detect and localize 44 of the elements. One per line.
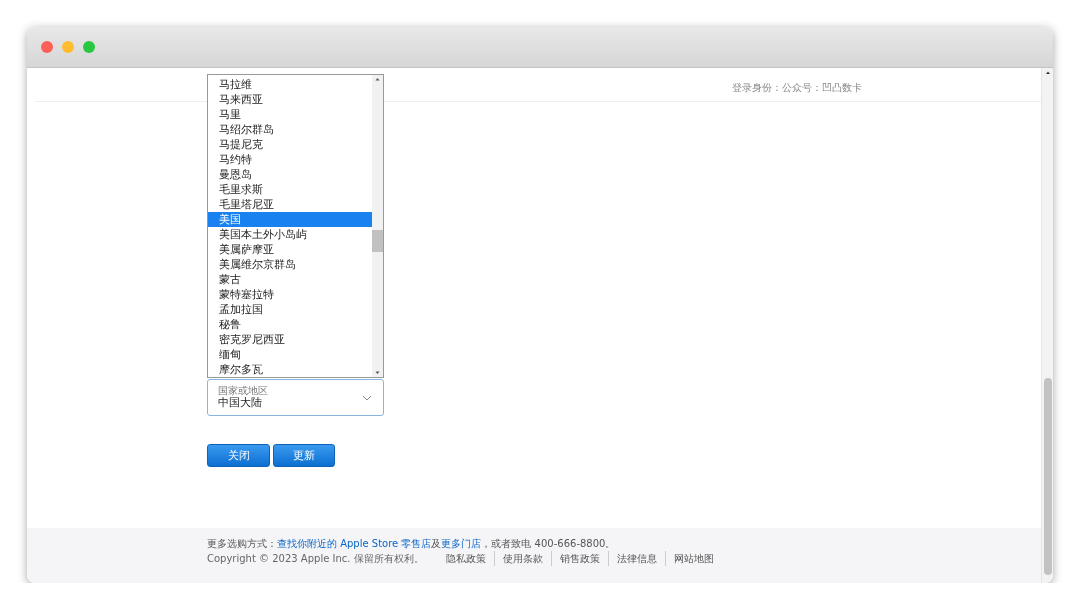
footer-link[interactable]: 法律信息 xyxy=(607,551,665,566)
country-option[interactable]: 孟加拉国 xyxy=(208,302,372,317)
chevron-down-icon xyxy=(362,394,372,401)
copyright-text: Copyright © 2023 Apple Inc. 保留所有权利。 xyxy=(207,552,424,566)
button[interactable]: 更新 xyxy=(273,444,335,467)
page-scrollbar[interactable] xyxy=(1041,68,1053,583)
country-option[interactable]: 美属萨摩亚 xyxy=(208,242,372,257)
scroll-thumb[interactable] xyxy=(372,230,383,252)
country-option[interactable]: 密克罗尼西亚 xyxy=(208,332,372,347)
footer-link[interactable]: 隐私政策 xyxy=(445,551,494,566)
country-option[interactable]: 摩尔多瓦 xyxy=(208,362,372,377)
minimize-button[interactable] xyxy=(62,41,74,53)
signed-in-text: 登录身份：公众号：凹凸数卡 xyxy=(732,81,862,95)
country-option[interactable]: 马拉维 xyxy=(208,77,372,92)
country-option[interactable]: 美国 xyxy=(208,212,372,227)
close-button[interactable] xyxy=(41,41,53,53)
store-link[interactable]: 更多门店 xyxy=(441,538,482,549)
country-select[interactable]: 国家或地区 中国大陆 xyxy=(207,379,384,416)
country-listbox[interactable]: 马拉维 马来西亚 马里 马绍尔群岛 马提尼克 马约特 曼恩岛 毛里求斯 毛里塔尼亚 美国 美国本土外小岛屿 美属萨摩亚 美属维尔京群岛 蒙古 蒙特塞拉特 孟加拉国 秘鲁 密克罗尼西亚 缅甸 摩尔多瓦 xyxy=(207,74,384,378)
store-link[interactable]: 查找你附近的 Apple Store 零售店 xyxy=(277,538,432,549)
country-option[interactable]: 毛里求斯 xyxy=(208,182,372,197)
country-option[interactable]: 蒙古 xyxy=(208,272,372,287)
zoom-button[interactable] xyxy=(83,41,95,53)
footer-link[interactable]: 使用条款 xyxy=(493,551,551,566)
scrollbar[interactable] xyxy=(372,75,383,377)
country-option[interactable]: 美国本土外小岛屿 xyxy=(208,227,372,242)
country-option[interactable]: 毛里塔尼亚 xyxy=(208,197,372,212)
scroll-thumb[interactable] xyxy=(1043,378,1052,575)
field-label: 国家或地区 xyxy=(218,385,268,396)
button[interactable]: 关闭 xyxy=(207,444,270,467)
country-option[interactable]: 曼恩岛 xyxy=(208,167,372,182)
country-option[interactable]: 马里 xyxy=(208,107,372,122)
country-option[interactable]: 秘鲁 xyxy=(208,317,372,332)
country-option[interactable]: 马约特 xyxy=(208,152,372,167)
country-option[interactable]: 缅甸 xyxy=(208,347,372,362)
country-option[interactable]: 马来西亚 xyxy=(208,92,372,107)
country-option[interactable]: 马绍尔群岛 xyxy=(208,122,372,137)
country-option[interactable]: 美属维尔京群岛 xyxy=(208,257,372,272)
country-option[interactable]: 蒙特塞拉特 xyxy=(208,287,372,302)
footer-link[interactable]: 网站地图 xyxy=(664,551,722,566)
footer-link[interactable]: 销售政策 xyxy=(550,551,608,566)
country-option[interactable]: 马提尼克 xyxy=(208,137,372,152)
footer-text: 更多选购方式：查找你附近的 Apple Store 零售店及更多门店，或者致电 400-666-8800。 xyxy=(207,537,617,551)
field-value: 中国大陆 xyxy=(218,396,263,410)
